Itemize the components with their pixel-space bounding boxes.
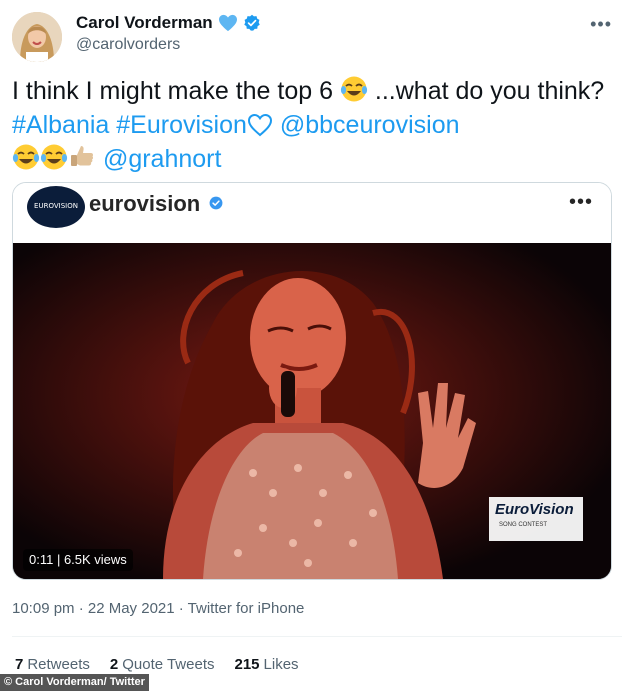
retweets-count: 7 <box>15 656 24 673</box>
tweet-author: Carol Vorderman @carolvorders <box>76 12 261 54</box>
likes-label: Likes <box>263 656 299 673</box>
card-header: EUROVISION eurovision ••• <box>13 183 611 243</box>
watermark-subtext: SONG CONTEST <box>499 522 548 528</box>
tweet-stats: 7 Retweets 2 Quote Tweets 215 Likes <box>15 656 299 673</box>
tears-of-joy-emoji-icon <box>12 144 40 170</box>
avatar[interactable] <box>12 12 62 62</box>
video-time-views-badge: 0:11 | 6.5K views <box>23 549 133 571</box>
retweets-stat[interactable]: 7 Retweets <box>15 656 90 673</box>
tweet-line-1: I think I might make the top 6 ...what d… <box>12 74 622 108</box>
blue-heart-outline-icon <box>247 113 272 137</box>
tweet-text-part1: I think I might make the top 6 <box>12 77 333 105</box>
author-handle[interactable]: @carolvorders <box>76 36 261 54</box>
divider <box>12 636 622 637</box>
card-verified-badge-icon <box>209 196 223 210</box>
verified-badge-icon <box>243 14 260 31</box>
hashtag-eurovision-link[interactable]: #Eurovision <box>116 111 247 139</box>
tweet-text: I think I might make the top 6 ...what d… <box>12 74 622 176</box>
tears-of-joy-emoji-icon <box>40 144 68 170</box>
card-more-options-icon[interactable]: ••• <box>569 191 593 214</box>
embedded-post-card[interactable]: EUROVISION eurovision ••• EuroVision SON… <box>12 182 612 580</box>
likes-stat[interactable]: 215 Likes <box>235 656 299 673</box>
eurovision-watermark: EuroVision SONG CONTEST <box>489 497 583 541</box>
author-name[interactable]: Carol Vorderman <box>76 13 213 33</box>
avatar-image <box>12 12 62 62</box>
hashtag-albania-link[interactable]: #Albania <box>12 111 109 139</box>
quote-tweets-stat[interactable]: 2 Quote Tweets <box>110 656 215 673</box>
likes-count: 215 <box>234 656 260 673</box>
blue-heart-icon <box>218 14 237 32</box>
eurovision-logo-text: EUROVISION <box>34 202 78 210</box>
retweets-label: Retweets <box>27 656 90 673</box>
more-options-icon[interactable]: ••• <box>590 14 612 35</box>
eurovision-logo-avatar[interactable]: EUROVISION <box>27 186 85 228</box>
quotes-label: Quote Tweets <box>122 656 215 673</box>
thumbs-up-emoji-icon <box>71 146 94 166</box>
tears-of-joy-emoji-icon <box>340 76 368 102</box>
mention-grahnort-link[interactable]: @grahnort <box>103 145 222 173</box>
watermark-text: EuroVision <box>495 501 574 518</box>
card-account-name[interactable]: eurovision <box>89 191 200 217</box>
image-credit: © Carol Vorderman/ Twitter <box>0 674 149 691</box>
tweet-line-3: @grahnort <box>12 142 622 176</box>
tweet-line-2: #Albania #Eurovision @bbceurovision <box>12 108 622 142</box>
quotes-count: 2 <box>109 656 119 673</box>
tweet-timestamp[interactable]: 10:09 pm · 22 May 2021 · Twitter for iPh… <box>12 600 304 617</box>
video-player[interactable]: EuroVision SONG CONTEST 0:11 | 6.5K view… <box>13 243 611 579</box>
mention-bbceurovision-link[interactable]: @bbceurovision <box>280 111 460 139</box>
tweet-text-part2: ...what do you think? <box>374 77 605 105</box>
